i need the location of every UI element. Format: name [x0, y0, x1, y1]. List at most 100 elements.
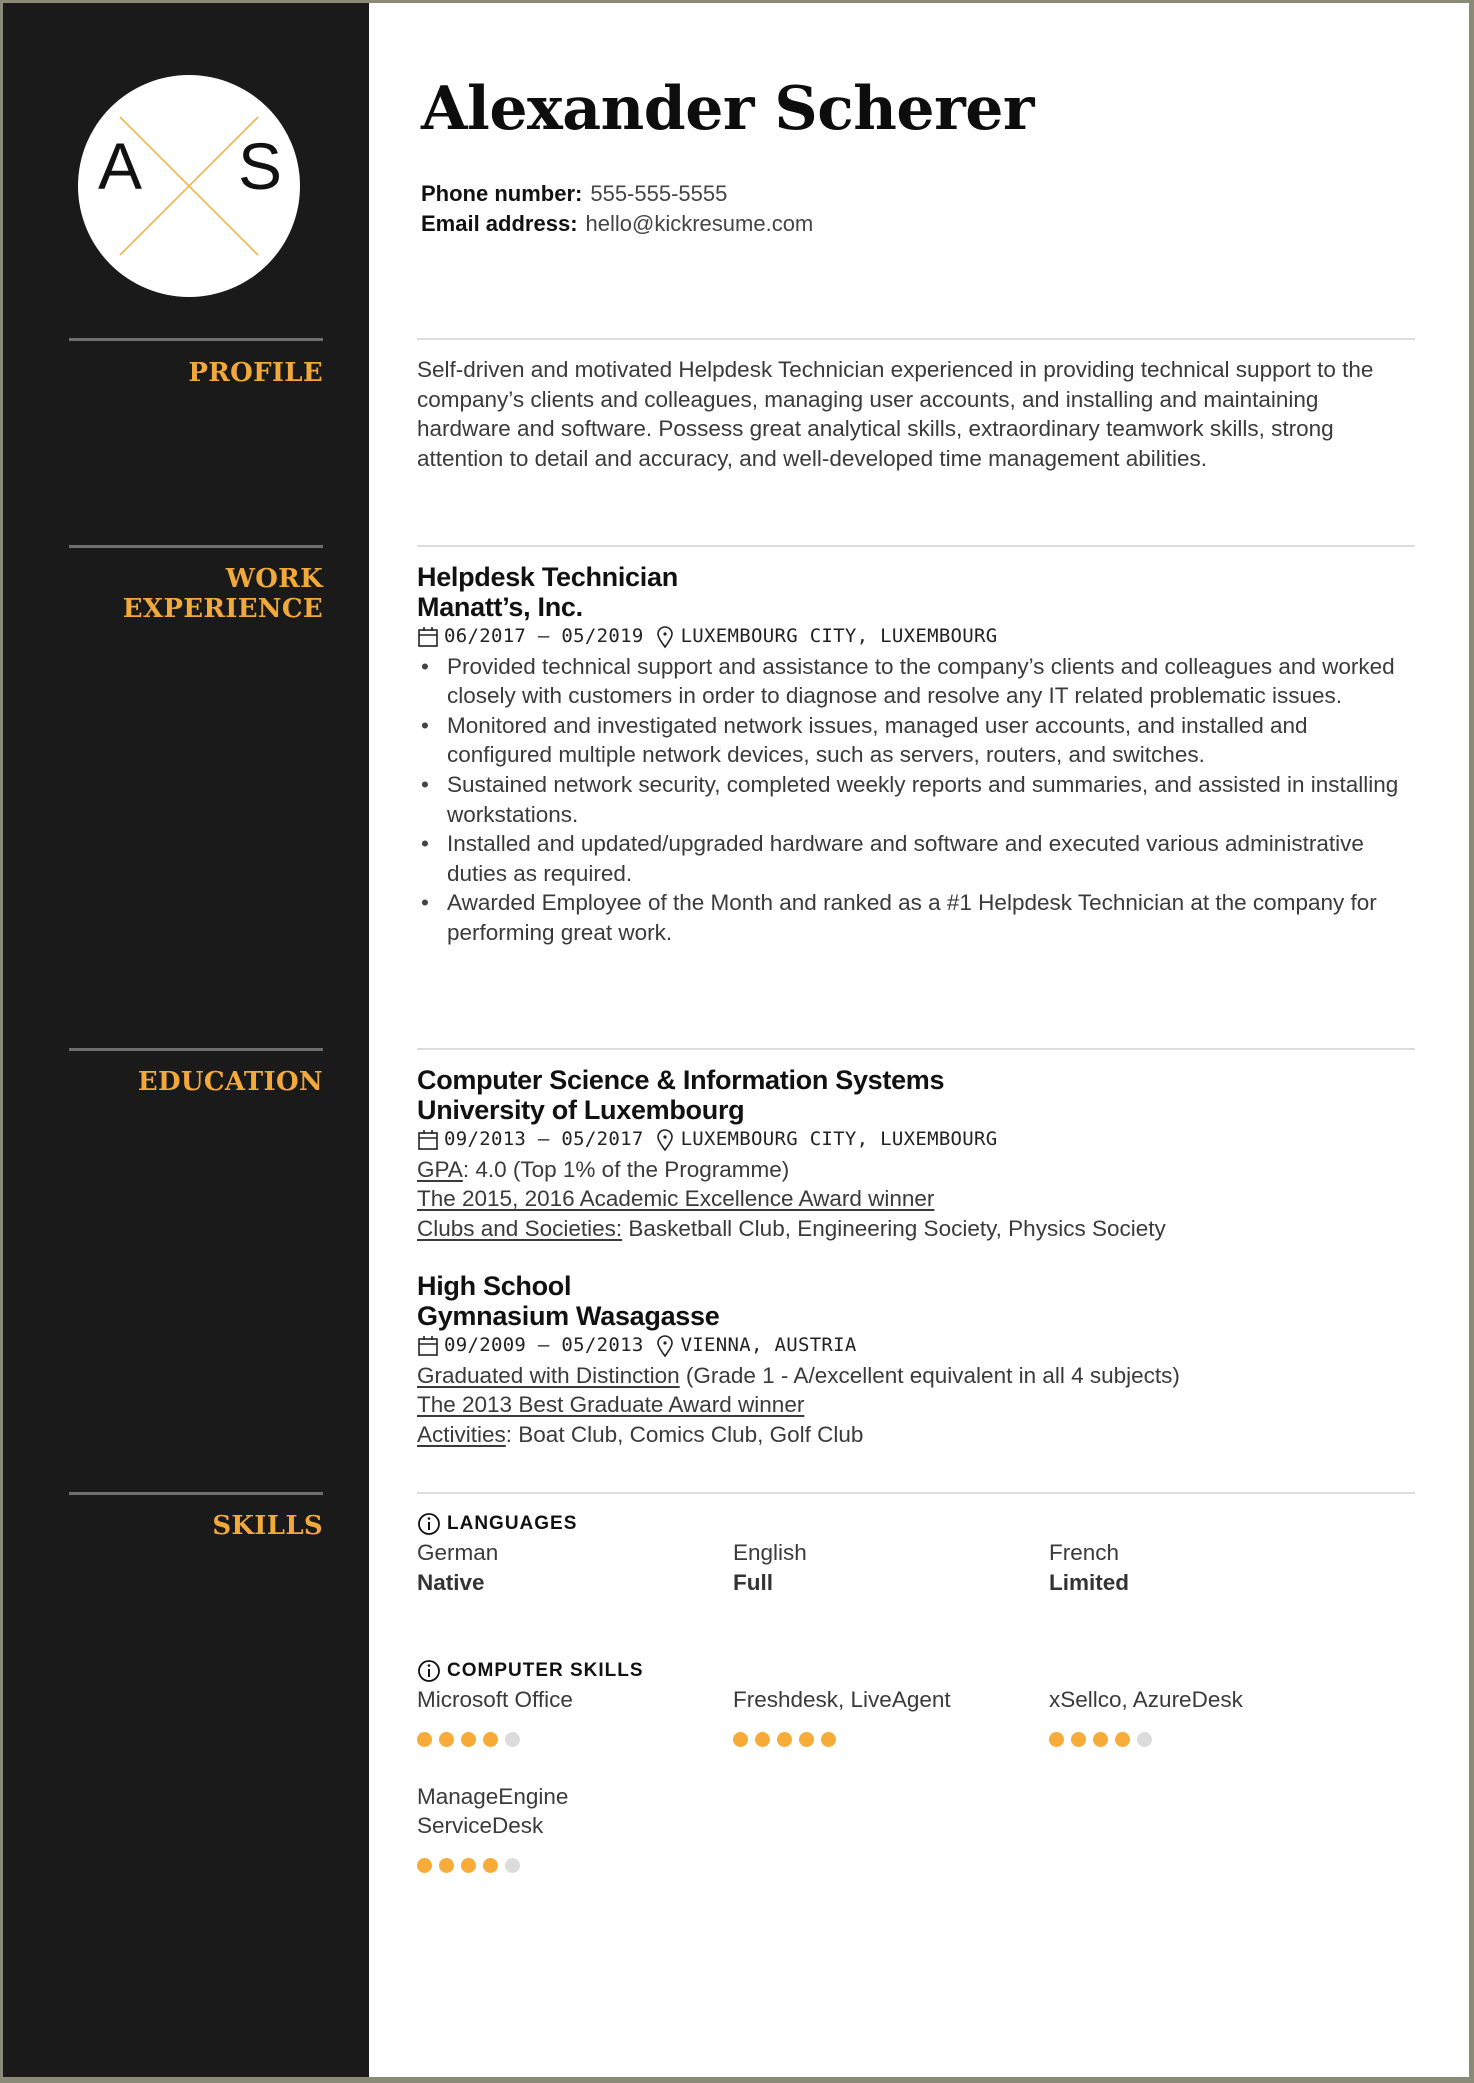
rating-dot-filled	[417, 1857, 432, 1873]
section-title-work: WORK EXPERIENCE	[63, 564, 323, 624]
rating-dot-filled	[1093, 1731, 1108, 1747]
language-item: French Limited	[1049, 1538, 1365, 1597]
rating-dot-filled	[461, 1731, 476, 1747]
language-level: Limited	[1049, 1569, 1130, 1595]
job-bullet: Sustained network security, completed we…	[417, 770, 1415, 829]
computer-skills-grid: ManageEngine ServiceDesk	[417, 1782, 1415, 1874]
contact-info: Phone number: 555-555-5555 Email address:…	[421, 179, 813, 239]
section-title-profile: PROFILE	[188, 358, 323, 388]
education-meta: 09/2013 – 05/2017 LUXEMBOURG CITY, LUXEM…	[417, 1125, 1415, 1155]
detail-link[interactable]: Activities	[417, 1422, 506, 1447]
education-detail: GPA: 4.0 (Top 1% of the Programme)	[417, 1155, 1415, 1185]
computer-skills-title: COMPUTER SKILLS	[447, 1660, 644, 1682]
education-detail: Activities: Boat Club, Comics Club, Golf…	[417, 1420, 1415, 1450]
language-item: German Native	[417, 1538, 733, 1597]
education-dates: 09/2013 – 05/2017	[444, 1128, 644, 1150]
job-bullet: Monitored and investigated network issue…	[417, 711, 1415, 770]
calendar-icon	[418, 626, 438, 647]
skill-rating	[417, 1731, 733, 1748]
candidate-name: Alexander Scherer	[421, 74, 1034, 144]
school-name: Gymnasium Wasagasse	[417, 1301, 720, 1331]
job-meta: 06/2017 – 05/2019 LUXEMBOURG CITY, LUXEM…	[417, 622, 1415, 652]
education-dates: 09/2009 – 05/2013	[444, 1334, 644, 1356]
language-name: German	[417, 1540, 499, 1565]
detail-text: (Grade 1 - A/excellent equivalent in all…	[679, 1362, 1180, 1388]
detail-link[interactable]: Clubs and Societies:	[417, 1216, 622, 1241]
detail-text: : 4.0 (Top 1% of the Programme)	[462, 1156, 790, 1182]
sidebar-divider	[69, 545, 323, 548]
education-entry: Computer Science & Information Systems U…	[417, 1065, 1415, 1243]
calendar-icon	[418, 1335, 438, 1356]
section-divider	[417, 1048, 1415, 1050]
phone-value: 555-555-5555	[590, 181, 728, 206]
section-title-work-line2: EXPERIENCE	[122, 594, 323, 624]
detail-text: : Boat Club, Comics Club, Golf Club	[505, 1421, 864, 1447]
job-title: Helpdesk Technician	[417, 562, 678, 592]
rating-dot-filled	[1049, 1731, 1064, 1747]
rating-dot-filled	[483, 1857, 498, 1873]
rating-dot-empty	[505, 1731, 520, 1747]
detail-link[interactable]: Graduated with Distinction	[417, 1363, 680, 1388]
language-item: English Full	[733, 1538, 1049, 1597]
rating-dot-filled	[417, 1731, 432, 1747]
detail-link[interactable]: GPA	[417, 1157, 463, 1182]
job-location: LUXEMBOURG CITY, LUXEMBOURG	[680, 625, 998, 647]
skill-name-line: ManageEngine	[417, 1783, 569, 1809]
detail-link[interactable]: The 2013 Best Graduate Award winner	[417, 1392, 804, 1417]
initial-last: S	[238, 129, 283, 203]
rating-dot-filled	[439, 1731, 454, 1747]
skill-name: xSellco, AzureDesk	[1049, 1687, 1243, 1713]
email-label: Email address:	[421, 211, 578, 236]
sidebar: A S PROFILE WORK EXPERIENCE EDUCATION SK…	[3, 3, 369, 2077]
skills-section: LANGUAGES German Native English Full Fre…	[417, 1510, 1415, 1874]
rating-dot-filled	[483, 1731, 498, 1747]
work-entry: Helpdesk Technician Manatt’s, Inc. 06/20…	[417, 562, 1415, 948]
skill-item: Microsoft Office	[417, 1685, 733, 1748]
computer-skills-grid: Microsoft Office Freshdesk, LiveAgent xS…	[417, 1685, 1415, 1748]
education-detail: The 2015, 2016 Academic Excellence Award…	[417, 1184, 1415, 1214]
section-title-skills: SKILLS	[212, 1511, 323, 1541]
computer-skills-heading: COMPUTER SKILLS	[417, 1657, 1415, 1685]
email-value[interactable]: hello@kickresume.com	[586, 211, 814, 236]
sidebar-divider	[69, 338, 323, 341]
email-row: Email address: hello@kickresume.com	[421, 209, 813, 239]
phone-label: Phone number:	[421, 181, 583, 206]
education-location: VIENNA, AUSTRIA	[680, 1334, 857, 1356]
languages-title: LANGUAGES	[447, 1513, 578, 1534]
skill-name: Microsoft Office	[417, 1687, 573, 1713]
languages-heading: LANGUAGES	[417, 1510, 1415, 1538]
rating-dot-filled	[1071, 1731, 1086, 1747]
section-divider	[417, 338, 1415, 340]
languages-grid: German Native English Full French Limite…	[417, 1538, 1415, 1597]
school-name: University of Luxembourg	[417, 1095, 745, 1125]
calendar-icon	[418, 1129, 438, 1150]
education-detail: Graduated with Distinction (Grade 1 - A/…	[417, 1361, 1415, 1391]
section-divider	[417, 1492, 1415, 1494]
location-pin-icon	[656, 1129, 673, 1152]
detail-text: Basketball Club, Engineering Society, Ph…	[622, 1215, 1166, 1241]
skill-item: ManageEngine ServiceDesk	[417, 1782, 733, 1874]
section-title-education: EDUCATION	[137, 1067, 323, 1097]
rating-dot-filled	[799, 1731, 814, 1747]
language-level: Full	[733, 1569, 773, 1595]
info-icon	[418, 1513, 440, 1535]
section-divider	[417, 545, 1415, 547]
degree-title: High School	[417, 1271, 572, 1301]
skill-name: Freshdesk, LiveAgent	[733, 1687, 951, 1713]
language-name: French	[1049, 1540, 1120, 1565]
job-dates: 06/2017 – 05/2019	[444, 625, 644, 647]
rating-dot-filled	[1115, 1731, 1130, 1747]
job-bullets: Provided technical support and assistanc…	[417, 652, 1415, 948]
skill-rating	[1049, 1731, 1365, 1748]
education-detail: Clubs and Societies: Basketball Club, En…	[417, 1214, 1415, 1244]
skill-name-line: ServiceDesk	[417, 1813, 544, 1839]
location-pin-icon	[656, 626, 673, 649]
phone-row: Phone number: 555-555-5555	[421, 179, 813, 209]
info-icon	[418, 1660, 440, 1683]
language-name: English	[733, 1540, 807, 1565]
rating-dot-filled	[439, 1857, 454, 1873]
rating-dot-empty	[505, 1857, 520, 1873]
rating-dot-filled	[821, 1731, 836, 1747]
detail-link[interactable]: The 2015, 2016 Academic Excellence Award…	[417, 1186, 934, 1211]
degree-title: Computer Science & Information Systems	[417, 1065, 945, 1095]
